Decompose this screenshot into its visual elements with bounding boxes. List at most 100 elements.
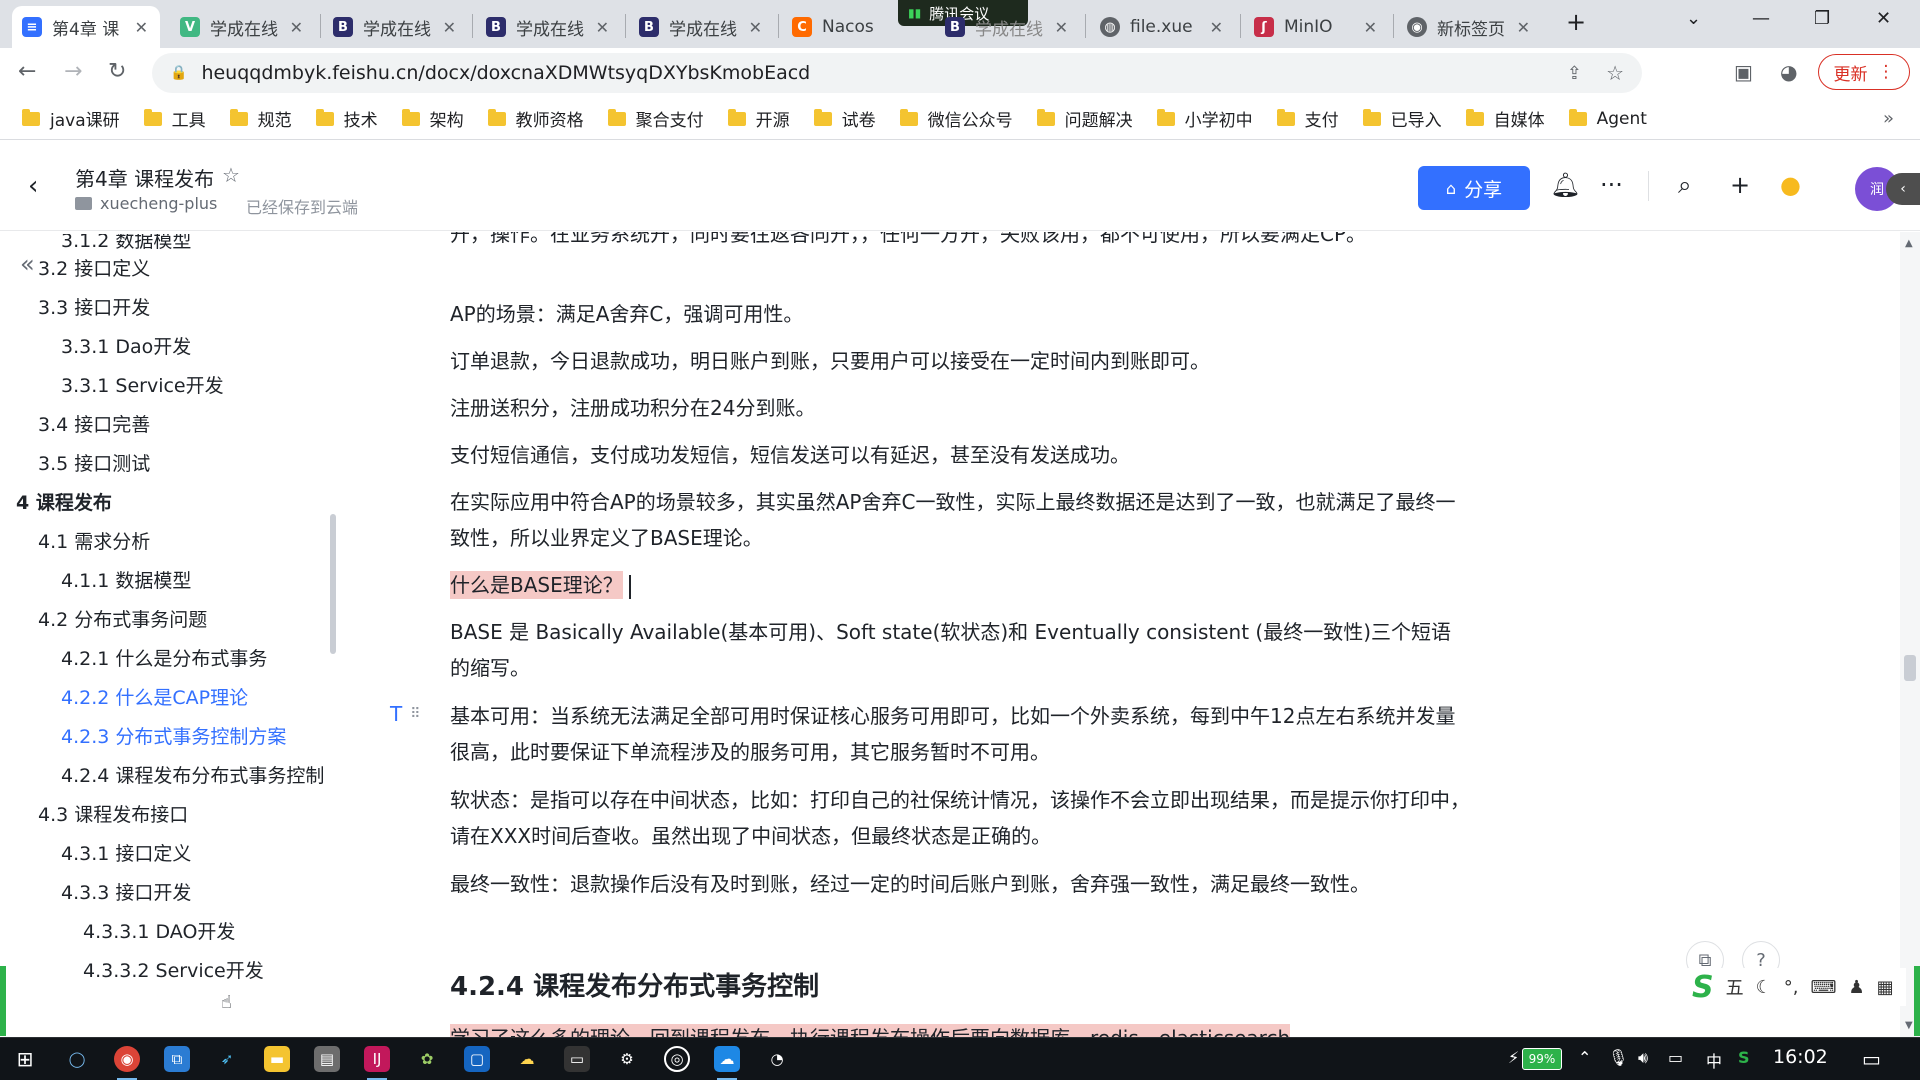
lock-icon[interactable]: 🔒	[170, 65, 187, 81]
close-icon[interactable]: ✕	[290, 18, 303, 37]
favorite-star-icon[interactable]: ☆	[222, 163, 240, 187]
restore-icon[interactable]: ❐	[1814, 8, 1830, 29]
bookmark-star-icon[interactable]: ☆	[1606, 61, 1624, 85]
tab-search-icon[interactable]: ⌄	[1686, 8, 1701, 29]
keyboard-icon[interactable]: ⌨	[1810, 977, 1836, 998]
browser-tab-8[interactable]: ʃ MinIO ✕	[1244, 6, 1389, 48]
page-scrollbar[interactable]	[1900, 232, 1920, 1037]
settings-gear-icon[interactable]: ⚙	[614, 1046, 640, 1072]
paragraph[interactable]: 注册送积分，注册成功积分在24分到账。	[450, 390, 1470, 426]
search-icon[interactable]: ◯	[64, 1046, 90, 1072]
chrome-icon[interactable]: ◉	[114, 1046, 140, 1080]
more-options-icon[interactable]: ···	[1600, 171, 1623, 199]
bookmark-item[interactable]: 规范	[229, 106, 292, 131]
doc-title[interactable]: 第4章 课程发布	[75, 163, 214, 192]
block-handle[interactable]: T ⠿	[390, 702, 420, 726]
paragraph[interactable]: 最终一致性：退款操作后没有及时到账，经过一定的时间后账户到账，舍弃强一致性，满足…	[450, 866, 1470, 902]
paragraph[interactable]: 基本可用：当系统无法满足全部可用时保证核心服务可用即可，比如一个外卖系统，每到中…	[450, 698, 1470, 770]
paragraph[interactable]: 订单退款，今日退款成功，明日账户到账，只要用户可以接受在一定时间内到账即可。	[450, 343, 1470, 379]
bookmark-item[interactable]: 支付	[1276, 106, 1339, 131]
browser-tab-6[interactable]: B 学成在线 ✕	[935, 6, 1080, 48]
toc-item[interactable]: 4.2.2 什么是CAP理论	[61, 683, 248, 710]
paragraph[interactable]: 开，操作。在业务系统开，同时要往返各同开，，任何一方开，失败该用，都不可使用，所…	[450, 232, 1470, 252]
volume-icon[interactable]: 🔊︎	[1638, 1048, 1648, 1068]
moon-icon[interactable]: ☾	[1756, 977, 1772, 998]
toc-item[interactable]: 4.3.1 接口定义	[61, 839, 191, 866]
browser-tab-9[interactable]: ◉ 新标签页 ✕	[1397, 6, 1542, 48]
toc-item[interactable]: 3.3.1 Dao开发	[61, 332, 191, 359]
scroll-down-icon[interactable]: ▼	[1905, 1020, 1913, 1031]
paragraph[interactable]: AP的场景：满足A舍弃C，强调可用性。	[450, 296, 1470, 332]
bookmark-item[interactable]: 已导入	[1362, 106, 1442, 131]
power-plug-icon[interactable]: ⚡	[1508, 1048, 1519, 1067]
network-icon[interactable]: ✿	[414, 1046, 440, 1072]
close-icon[interactable]: ✕	[1055, 18, 1068, 37]
terminal-icon[interactable]: ▭	[564, 1046, 590, 1072]
obs-studio-icon[interactable]: ◔	[764, 1046, 790, 1072]
microphone-icon[interactable]: 🎙︎	[1608, 1048, 1628, 1067]
bookmark-item[interactable]: 自媒体	[1465, 106, 1545, 131]
browser-tab-4[interactable]: B 学成在线 ✕	[629, 6, 774, 48]
sogou-ime-icon[interactable]: S	[1692, 970, 1714, 1005]
vscode-icon[interactable]: ⧉	[164, 1046, 190, 1072]
toc-item[interactable]: 4 课程发布	[16, 488, 112, 515]
side-panel-icon[interactable]: ▣	[1734, 60, 1753, 84]
bookmarks-overflow-icon[interactable]: »	[1883, 108, 1894, 129]
bookmark-item[interactable]: 问题解决	[1036, 106, 1133, 131]
profile-icon[interactable]: ◕	[1780, 60, 1797, 84]
toc-item[interactable]: 3.4 接口完善	[38, 410, 150, 437]
obs-icon[interactable]: ◎	[664, 1046, 690, 1072]
sidebar-scrollbar[interactable]	[330, 514, 336, 654]
toc-item[interactable]: 4.3.3.2 Service开发	[83, 956, 264, 983]
add-icon[interactable]: +	[1730, 171, 1750, 199]
scroll-up-icon[interactable]: ▲	[1905, 238, 1913, 249]
bookmark-item[interactable]: 技术	[315, 106, 378, 131]
swift-bird-icon[interactable]: ➶	[214, 1046, 240, 1072]
toc-item[interactable]: 3.3 接口开发	[38, 293, 150, 320]
page-scroll-thumb[interactable]	[1904, 655, 1916, 681]
paragraph[interactable]: 软状态：是指可以存在中间状态，比如：打印自己的社保统计情况，该操作不会立即出现结…	[450, 782, 1470, 854]
browser-tab-1[interactable]: V 学成在线 ✕	[170, 6, 315, 48]
toc-item[interactable]: 4.2.4 课程发布分布式事务控制	[61, 761, 324, 788]
share-button[interactable]: ⌂ 分享	[1418, 166, 1530, 210]
punctuation-icon[interactable]: °,	[1784, 977, 1799, 998]
toc-item[interactable]: 3.2 接口定义	[38, 254, 150, 281]
back-icon[interactable]: ←	[18, 59, 36, 84]
back-arrow-icon[interactable]: ‹	[28, 171, 38, 201]
close-icon[interactable]: ✕	[1364, 18, 1377, 37]
cloud-app-icon[interactable]: ☁	[514, 1046, 540, 1072]
toc-item[interactable]: 3.1.2 数据模型	[61, 234, 191, 253]
reload-icon[interactable]: ↻	[108, 59, 126, 84]
forward-icon[interactable]: →	[64, 59, 82, 84]
ime-mode[interactable]: 五	[1726, 974, 1744, 1000]
meeting-app-icon[interactable]: ☁	[714, 1046, 740, 1080]
close-icon[interactable]: ✕	[749, 18, 762, 37]
taskbar-clock[interactable]: 16:02	[1773, 1046, 1828, 1068]
bookmark-item[interactable]: 小学初中	[1156, 106, 1253, 131]
windows-start-icon[interactable]: ⊞	[12, 1046, 38, 1072]
lightbulb-icon[interactable]: ●	[1780, 171, 1801, 199]
paragraph[interactable]: 在实际应用中符合AP的场景较多，其实虽然AP舍弃C一致性，实际上最终数据还是达到…	[450, 484, 1470, 556]
tray-expand-icon[interactable]: ⌃	[1578, 1048, 1591, 1067]
window-close-icon[interactable]: ✕	[1876, 8, 1891, 29]
sogou-tray-icon[interactable]: S	[1738, 1048, 1750, 1067]
browser-tab-3[interactable]: B 学成在线 ✕	[476, 6, 621, 48]
toc-item[interactable]: 4.3.3 接口开发	[61, 878, 191, 905]
new-tab-button[interactable]: +	[1566, 8, 1586, 36]
paragraph[interactable]: BASE 是 Basically Available(基本可用)、Soft st…	[450, 614, 1470, 686]
search-icon[interactable]: ⌕	[1678, 171, 1691, 199]
bookmark-item[interactable]: 架构	[401, 106, 464, 131]
browser-tab-7[interactable]: ◍ file.xue ✕	[1090, 6, 1235, 48]
intellij-icon[interactable]: IJ	[364, 1046, 390, 1080]
highlighted-paragraph[interactable]: 学习了这么多的理论，回到课程发布，执行课程发布操作后要向数据库、redis、el…	[450, 1020, 1470, 1037]
toc-item[interactable]: 3.3.1 Service开发	[61, 371, 224, 398]
bookmark-item[interactable]: java课研	[22, 106, 120, 131]
bookmark-item[interactable]: 试卷	[813, 106, 876, 131]
browser-tab-0[interactable]: ≡ 第4章 课 ✕	[12, 6, 160, 48]
close-icon[interactable]: ✕	[1210, 18, 1223, 37]
ime-toolbar[interactable]: S 五 ☾ °, ⌨ ♟ ▦	[1688, 968, 1906, 1006]
close-icon[interactable]: ✕	[443, 18, 456, 37]
battery-indicator[interactable]: 99%	[1522, 1048, 1562, 1070]
notification-center-icon[interactable]: ▭	[1862, 1047, 1881, 1071]
bookmark-item[interactable]: 教师资格	[487, 106, 584, 131]
